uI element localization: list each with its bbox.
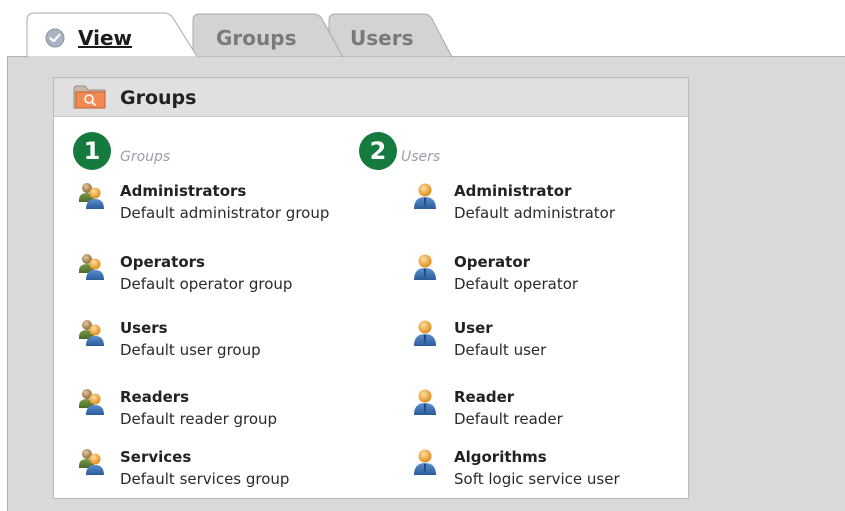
group-name: Readers [120,388,190,406]
group-description: Default administrator group [120,204,330,222]
tab-users[interactable]: Users [328,12,453,57]
panel-title: Groups [120,87,197,109]
user-description: Default administrator [454,204,616,222]
folder-search-icon [73,84,107,114]
group-description: Default user group [120,341,261,359]
user-description: Default user [454,341,547,359]
user-description: Default operator [454,275,579,293]
user-name: User [454,319,493,337]
group-description: Default operator group [120,275,293,293]
user-icon [412,182,438,214]
group-description: Default services group [120,470,290,488]
user-icon [412,319,438,351]
groups-panel: Groups 1 Groups 2 Users Administrators D… [53,77,689,499]
user-description: Soft logic service user [454,470,620,488]
user-group-icon [78,448,106,480]
tab-users-label: Users [350,26,414,50]
user-icon [412,388,438,420]
tab-view-label: View [78,26,133,50]
user-group-icon [78,388,106,420]
panel-header: Groups [54,78,688,117]
groups-column-caption: Groups [120,149,171,165]
user-icon [412,253,438,285]
group-name: Users [120,319,168,337]
group-description: Default reader group [120,410,278,428]
user-icon [412,448,438,480]
group-name: Operators [120,253,205,271]
user-group-icon [78,182,106,214]
user-name: Reader [454,388,515,406]
user-name: Operator [454,253,531,271]
users-column-caption: Users [401,149,441,165]
users-column-badge: 2 [359,132,397,170]
user-name: Algorithms [454,448,547,466]
group-name: Administrators [120,182,247,200]
tab-groups-label: Groups [216,26,297,50]
tab-view[interactable]: View [26,12,201,58]
user-name: Administrator [454,182,572,200]
user-description: Default reader [454,410,563,428]
group-name: Services [120,448,192,466]
groups-column-badge: 1 [73,132,111,170]
tab-groups[interactable]: Groups [192,12,344,57]
user-group-icon [78,253,106,285]
user-group-icon [78,319,106,351]
